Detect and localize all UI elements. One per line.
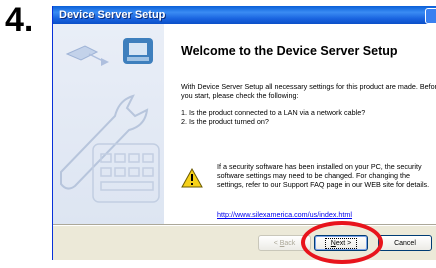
button-divider (53, 224, 436, 226)
wizard-illustration (60, 38, 160, 203)
step-number: 4. (5, 1, 34, 39)
setup-window: Device Server Setup Welcome to the Devic… (52, 6, 436, 260)
wizard-content: Welcome to the Device Server Setup With … (164, 24, 436, 224)
back-label: ack (284, 240, 296, 247)
security-warning-text: If a security software has been installe… (217, 162, 430, 189)
checklist-item: 2. Is the product turned on? (181, 117, 269, 126)
keyboard-icon (92, 143, 160, 203)
cancel-button[interactable]: Cancel (378, 235, 432, 251)
checklist-item: 1. Is the product connected to a LAN via… (181, 108, 366, 117)
title-button[interactable] (425, 8, 436, 24)
warning-icon (181, 168, 203, 188)
title-bar[interactable]: Device Server Setup (53, 6, 436, 24)
wrench-icon (60, 94, 149, 190)
checklist: 1. Is the product connected to a LAN via… (181, 108, 436, 126)
next-button-highlight-circle (301, 221, 383, 264)
wizard-side-panel (53, 24, 164, 224)
intro-text: With Device Server Setup all necessary s… (181, 82, 436, 100)
window-title: Device Server Setup (59, 9, 166, 21)
computer-network-icon (65, 38, 153, 66)
support-link[interactable]: http://www.silexamerica.com/us/index.htm… (217, 210, 352, 219)
welcome-heading: Welcome to the Device Server Setup (181, 44, 398, 58)
